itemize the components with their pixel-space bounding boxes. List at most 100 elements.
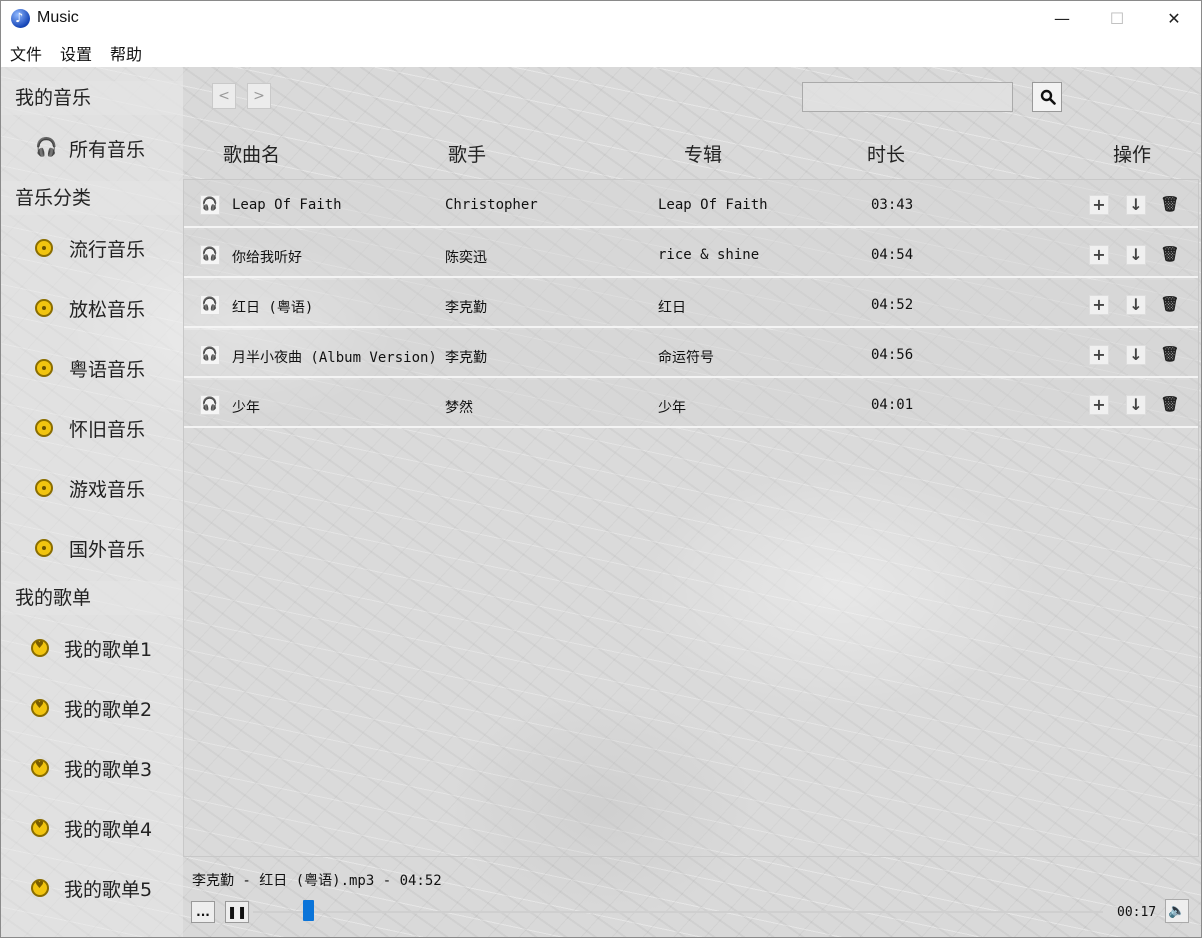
- close-button[interactable]: ✕: [1145, 1, 1201, 37]
- minimize-button[interactable]: —: [1033, 1, 1091, 37]
- column-header-song[interactable]: 歌曲名: [223, 140, 280, 167]
- music-window: ♪ Music — ☐ ✕ 文件 设置 帮助 我的音乐 🎧 所有音乐 音乐分类 …: [0, 0, 1202, 938]
- sidebar-item-playlist-5[interactable]: 我的歌单5: [1, 859, 183, 915]
- sidebar-item-nostalgic[interactable]: 怀旧音乐: [1, 399, 183, 455]
- headphones-icon[interactable]: 🎧: [200, 395, 220, 415]
- heart-icon: [31, 819, 49, 837]
- heart-icon: [31, 699, 49, 717]
- song-table: 🎧 Leap Of Faith Christopher Leap Of Fait…: [183, 179, 1199, 857]
- table-row[interactable]: 🎧 红日 (粤语) 李克勤 红日 04:52 + ↓ 🗑: [184, 280, 1198, 328]
- sidebar-item-playlist-2[interactable]: 我的歌单2: [1, 679, 183, 735]
- maximize-button[interactable]: ☐: [1088, 1, 1146, 37]
- add-icon[interactable]: +: [1089, 295, 1109, 315]
- headphones-icon: 🎧: [35, 137, 58, 158]
- column-header-artist[interactable]: 歌手: [448, 140, 486, 167]
- search-button[interactable]: [1032, 82, 1062, 112]
- headphones-icon[interactable]: 🎧: [200, 195, 220, 215]
- song-title: Leap Of Faith: [232, 197, 342, 213]
- search-input[interactable]: [802, 82, 1013, 112]
- song-duration: 03:43: [871, 197, 914, 213]
- volume-icon[interactable]: 🔈: [1165, 899, 1189, 923]
- progress-bar[interactable]: [253, 911, 1103, 913]
- menu-settings[interactable]: 设置: [60, 41, 92, 65]
- trash-icon[interactable]: 🗑: [1160, 345, 1180, 365]
- song-artist: Christopher: [445, 197, 538, 213]
- sidebar-item-label: 国外音乐: [69, 539, 146, 561]
- category-header: 音乐分类: [1, 181, 183, 215]
- song-artist: 李克勤: [445, 350, 487, 366]
- sidebar-item-label: 所有音乐: [69, 139, 146, 161]
- sidebar-item-label: 我的歌单2: [64, 699, 153, 721]
- add-icon[interactable]: +: [1089, 245, 1109, 265]
- main-content: 我的音乐 🎧 所有音乐 音乐分类 流行音乐 放松音乐 粤语音乐 怀旧音乐 游戏音…: [1, 67, 1201, 937]
- sidebar-item-playlist-3[interactable]: 我的歌单3: [1, 739, 183, 795]
- menu-file[interactable]: 文件: [10, 41, 42, 65]
- download-icon[interactable]: ↓: [1126, 295, 1146, 315]
- headphones-icon[interactable]: 🎧: [200, 245, 220, 265]
- download-icon[interactable]: ↓: [1126, 245, 1146, 265]
- music-note-icon: ♪: [11, 9, 30, 28]
- column-header-album[interactable]: 专辑: [684, 140, 722, 167]
- sidebar-item-game[interactable]: 游戏音乐: [1, 459, 183, 515]
- disc-icon: [35, 299, 53, 317]
- more-options-button[interactable]: ...: [191, 901, 215, 923]
- sidebar-item-label: 放松音乐: [69, 299, 146, 321]
- sidebar-item-foreign[interactable]: 国外音乐: [1, 519, 183, 575]
- download-icon[interactable]: ↓: [1126, 345, 1146, 365]
- sidebar-item-label: 粤语音乐: [69, 359, 146, 381]
- heart-icon: [31, 639, 49, 657]
- title-bar: ♪ Music — ☐ ✕: [1, 1, 1201, 37]
- trash-icon[interactable]: 🗑: [1160, 295, 1180, 315]
- song-artist: 李克勤: [445, 300, 487, 316]
- headphones-icon[interactable]: 🎧: [200, 345, 220, 365]
- trash-icon[interactable]: 🗑: [1160, 395, 1180, 415]
- progress-handle[interactable]: [302, 900, 314, 921]
- playlist-header: 我的歌单: [1, 581, 183, 615]
- song-duration: 04:52: [871, 297, 914, 313]
- add-icon[interactable]: +: [1089, 395, 1109, 415]
- elapsed-time: 00:17: [1117, 905, 1157, 920]
- sidebar-item-label: 我的歌单3: [64, 759, 153, 781]
- sidebar-item-cantonese[interactable]: 粤语音乐: [1, 339, 183, 395]
- song-album: 红日: [658, 300, 686, 316]
- song-title: 月半小夜曲 (Album Version): [232, 350, 437, 366]
- sidebar-item-playlist-4[interactable]: 我的歌单4: [1, 799, 183, 855]
- disc-icon: [35, 539, 53, 557]
- table-row[interactable]: 🎧 你给我听好 陈奕迅 rice & shine 04:54 + ↓ 🗑: [184, 230, 1198, 278]
- now-playing-label: 李克勤 - 红日 (粤语).mp3 - 04:52: [192, 873, 442, 889]
- disc-icon: [35, 479, 53, 497]
- song-album: rice & shine: [658, 247, 760, 263]
- sidebar-item-label: 我的歌单5: [64, 879, 153, 901]
- menu-help[interactable]: 帮助: [110, 41, 142, 65]
- download-icon[interactable]: ↓: [1126, 195, 1146, 215]
- trash-icon[interactable]: 🗑: [1160, 245, 1180, 265]
- table-row[interactable]: 🎧 少年 梦然 少年 04:01 + ↓ 🗑: [184, 380, 1198, 428]
- forward-button[interactable]: >: [247, 83, 271, 109]
- sidebar-item-label: 我的歌单1: [64, 639, 153, 661]
- disc-icon: [35, 239, 53, 257]
- download-icon[interactable]: ↓: [1126, 395, 1146, 415]
- menu-bar: 文件 设置 帮助: [1, 37, 1201, 67]
- pause-button[interactable]: ❚❚: [225, 901, 249, 923]
- song-album: Leap Of Faith: [658, 197, 768, 213]
- add-icon[interactable]: +: [1089, 195, 1109, 215]
- sidebar-item-playlist-1[interactable]: 我的歌单1: [1, 619, 183, 675]
- add-icon[interactable]: +: [1089, 345, 1109, 365]
- sidebar-item-all-music[interactable]: 🎧 所有音乐: [1, 119, 183, 175]
- column-header-actions: 操作: [1113, 144, 1152, 166]
- sidebar-item-label: 怀旧音乐: [69, 419, 146, 441]
- sidebar-item-pop[interactable]: 流行音乐: [1, 219, 183, 275]
- song-album: 命运符号: [658, 350, 714, 366]
- column-header-duration[interactable]: 时长: [867, 140, 905, 167]
- table-row[interactable]: 🎧 月半小夜曲 (Album Version) 李克勤 命运符号 04:56 +…: [184, 330, 1198, 378]
- back-button[interactable]: <: [212, 83, 236, 109]
- song-title: 你给我听好: [232, 250, 302, 266]
- disc-icon: [35, 419, 53, 437]
- song-artist: 陈奕迅: [445, 250, 487, 266]
- song-duration: 04:01: [871, 397, 914, 413]
- table-row[interactable]: 🎧 Leap Of Faith Christopher Leap Of Fait…: [184, 180, 1198, 228]
- trash-icon[interactable]: 🗑: [1160, 195, 1180, 215]
- heart-icon: [31, 759, 49, 777]
- headphones-icon[interactable]: 🎧: [200, 295, 220, 315]
- sidebar-item-relax[interactable]: 放松音乐: [1, 279, 183, 335]
